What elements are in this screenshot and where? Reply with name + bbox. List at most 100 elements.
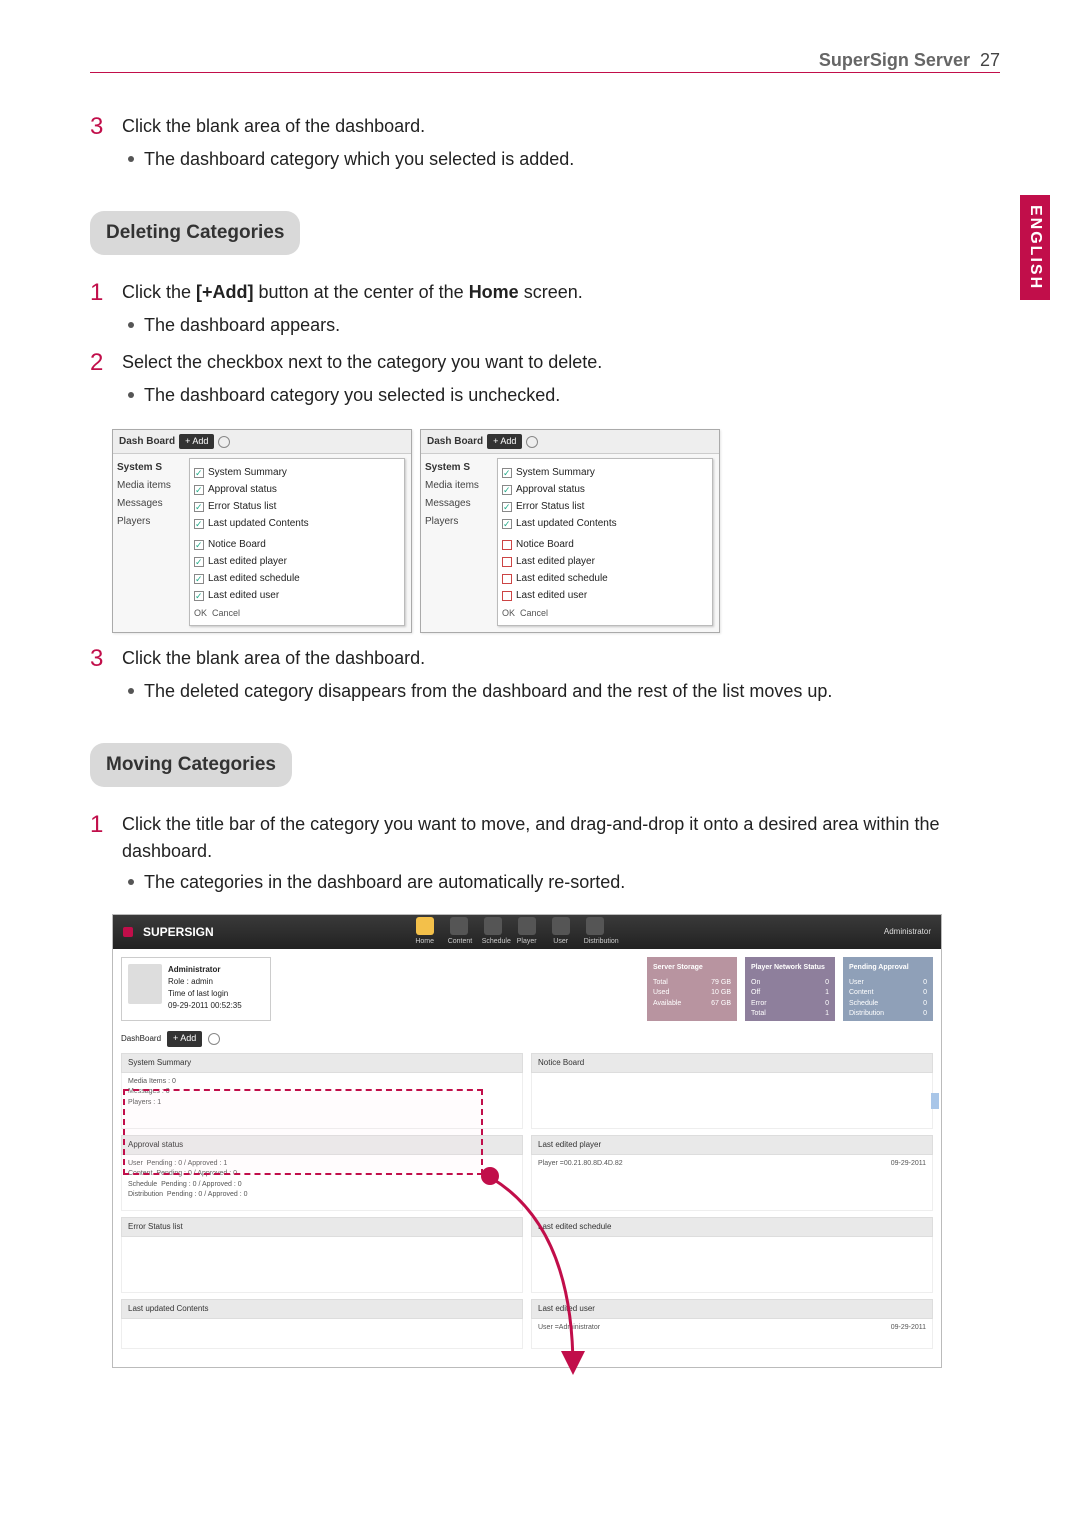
refresh-icon[interactable]	[526, 436, 538, 448]
sec-last-schedule[interactable]: Last edited schedule	[531, 1217, 933, 1237]
stat-player-network: Player Network Status On0 Off1 Error0 To…	[745, 957, 835, 1021]
checkbox[interactable]	[502, 519, 512, 529]
nav-player[interactable]: Player	[516, 917, 538, 948]
checkbox[interactable]	[194, 540, 204, 550]
sec-last-updated-contents[interactable]: Last updated Contents	[121, 1299, 523, 1319]
nav-user[interactable]: User	[550, 917, 572, 948]
cancel-button[interactable]: Cancel	[212, 608, 240, 618]
side-list: System S Media items Messages Players	[421, 454, 497, 632]
step-text: Click the title bar of the category you …	[122, 811, 1000, 865]
bullet-text: The categories in the dashboard are auto…	[144, 869, 625, 896]
checkbox[interactable]	[502, 557, 512, 567]
dashbar: DashBoard + Add	[113, 1029, 941, 1049]
stat-server-storage: Server Storage Total79 GB Used10 GB Avai…	[647, 957, 737, 1021]
step-number: 3	[90, 645, 112, 674]
sec-error-list[interactable]: Error Status list	[121, 1217, 523, 1237]
app-header: SUPERSIGN Home Content Schedule Player U…	[113, 915, 941, 949]
refresh-icon[interactable]	[218, 436, 230, 448]
drag-handle-dot	[481, 1167, 499, 1185]
admin-card: Administrator Role : admin Time of last …	[121, 957, 271, 1021]
page-number: 27	[980, 50, 1000, 71]
step-3a-bullet: The dashboard category which you selecte…	[128, 146, 1000, 173]
checkbox[interactable]	[194, 468, 204, 478]
stat-pending-approval: Pending Approval User0 Content0 Schedule…	[843, 957, 933, 1021]
del-step3-bullet: The deleted category disappears from the…	[128, 678, 1000, 705]
bullet-text: The dashboard category which you selecte…	[144, 146, 574, 173]
checkbox[interactable]	[502, 540, 512, 550]
section-moving: Moving Categories	[90, 743, 292, 788]
add-button[interactable]: + Add	[487, 434, 522, 450]
step-text: Select the checkbox next to the category…	[122, 349, 602, 378]
bullet-icon	[128, 392, 134, 398]
mov-step1-bullet: The categories in the dashboard are auto…	[128, 869, 1000, 896]
nav-bar: Home Content Schedule Player User Distri…	[414, 917, 606, 948]
drag-outline	[123, 1089, 483, 1175]
checkbox[interactable]	[194, 519, 204, 529]
nav-distribution[interactable]: Distribution	[584, 917, 606, 948]
app-screenshot: SUPERSIGN Home Content Schedule Player U…	[112, 914, 942, 1368]
sec-last-player[interactable]: Last edited player	[531, 1135, 933, 1155]
checkbox[interactable]	[194, 485, 204, 495]
ok-button[interactable]: OK	[502, 608, 515, 618]
header-rule	[90, 71, 1000, 73]
del-step3: 3 Click the blank area of the dashboard.	[90, 645, 1000, 674]
bullet-text: The dashboard appears.	[144, 312, 340, 339]
header-user: Administrator	[884, 926, 931, 938]
header-title: SuperSign Server	[819, 50, 970, 71]
mov-step1: 1 Click the title bar of the category yo…	[90, 811, 1000, 865]
logo-icon	[123, 927, 133, 937]
step-text: Click the blank area of the dashboard.	[122, 645, 425, 674]
step-number: 2	[90, 349, 112, 378]
del-step1: 1 Click the [+Add] button at the center …	[90, 279, 1000, 308]
bullet-text: The dashboard category you selected is u…	[144, 382, 560, 409]
step-text: Click the blank area of the dashboard.	[122, 113, 425, 142]
category-popup: System Summary Approval status Error Sta…	[497, 458, 713, 626]
avatar-icon	[128, 964, 162, 1004]
del-step2: 2 Select the checkbox next to the catego…	[90, 349, 1000, 378]
sec-sys-summary[interactable]: System Summary	[121, 1053, 523, 1073]
page-header: SuperSign Server 27	[90, 50, 1000, 71]
checkbox[interactable]	[194, 591, 204, 601]
dashboard-popup-left: Dash Board + Add System S Media items Me…	[112, 429, 412, 633]
category-popup: System Summary Approval status Error Sta…	[189, 458, 405, 626]
nav-home[interactable]: Home	[414, 917, 436, 948]
side-list: System S Media items Messages Players	[113, 454, 189, 632]
dashboard-label: Dash Board	[427, 434, 483, 449]
checkbox[interactable]	[502, 485, 512, 495]
step-number: 1	[90, 279, 112, 308]
checkbox[interactable]	[502, 574, 512, 584]
add-button[interactable]: + Add	[167, 1031, 202, 1047]
screenshot-pair: Dash Board + Add System S Media items Me…	[112, 429, 1000, 633]
ok-button[interactable]: OK	[194, 608, 207, 618]
del-step1-bullet: The dashboard appears.	[128, 312, 1000, 339]
checkbox[interactable]	[502, 502, 512, 512]
nav-schedule[interactable]: Schedule	[482, 917, 504, 948]
bullet-icon	[128, 688, 134, 694]
brand-label: SUPERSIGN	[143, 923, 214, 941]
add-button[interactable]: + Add	[179, 434, 214, 450]
checkbox[interactable]	[194, 502, 204, 512]
step-number: 1	[90, 811, 112, 865]
del-step2-bullet: The dashboard category you selected is u…	[128, 382, 1000, 409]
nav-content[interactable]: Content	[448, 917, 470, 948]
sec-notice[interactable]: Notice Board	[531, 1053, 933, 1073]
checkbox[interactable]	[502, 591, 512, 601]
cancel-button[interactable]: Cancel	[520, 608, 548, 618]
checkbox[interactable]	[194, 557, 204, 567]
step-text: Click the [+Add] button at the center of…	[122, 279, 583, 308]
bullet-icon	[128, 322, 134, 328]
scrollbar-thumb[interactable]	[931, 1093, 939, 1109]
dashboard-popup-right: Dash Board + Add System S Media items Me…	[420, 429, 720, 633]
checkbox[interactable]	[194, 574, 204, 584]
bullet-text: The deleted category disappears from the…	[144, 678, 832, 705]
step-number: 3	[90, 113, 112, 142]
step-3a: 3 Click the blank area of the dashboard.	[90, 113, 1000, 142]
language-tab: ENGLISH	[1020, 195, 1050, 300]
bullet-icon	[128, 879, 134, 885]
checkbox[interactable]	[502, 468, 512, 478]
dashboard-label: Dash Board	[119, 434, 175, 449]
dashboard-grid: System Summary Media Items : 0 Messages …	[113, 1049, 941, 1367]
section-deleting: Deleting Categories	[90, 211, 300, 256]
refresh-icon[interactable]	[208, 1033, 220, 1045]
sec-last-user[interactable]: Last edited user	[531, 1299, 933, 1319]
